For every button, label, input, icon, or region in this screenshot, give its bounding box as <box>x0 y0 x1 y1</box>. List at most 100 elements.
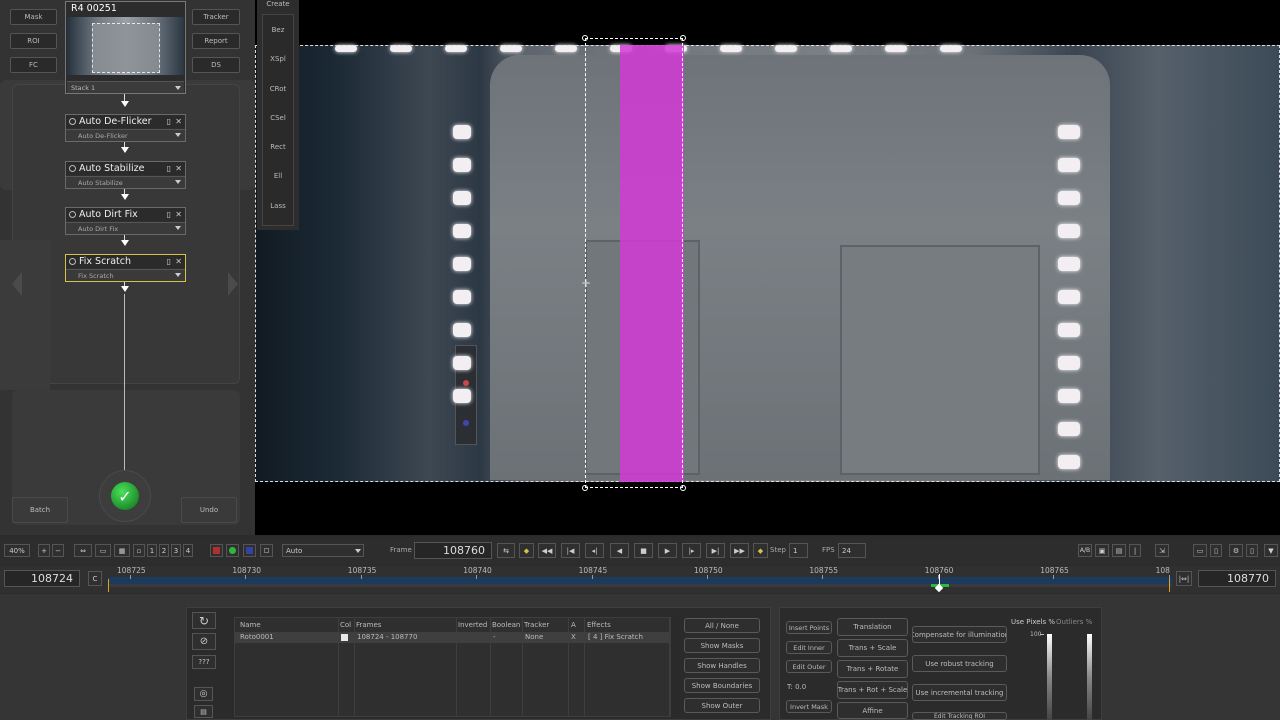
refresh-icon[interactable]: ↻ <box>192 612 216 629</box>
roi-handle[interactable] <box>582 35 588 41</box>
col-inverted[interactable]: Inverted <box>458 621 487 629</box>
compensate-illumination-button[interactable]: Compensate for illumination <box>912 626 1007 643</box>
next-frame-icon[interactable]: |▸ <box>682 543 701 558</box>
roi-button[interactable]: ROI <box>10 33 57 49</box>
show-masks-button[interactable]: Show Masks <box>684 638 760 653</box>
prev-arrow-icon[interactable] <box>12 272 22 296</box>
col-tracker[interactable]: Tracker <box>524 621 549 629</box>
node-auto-dirt-fix[interactable]: Auto Dirt Fix ▯ ✕ Auto Dirt Fix <box>65 207 186 235</box>
close-icon[interactable]: ✕ <box>175 210 182 219</box>
batch-button[interactable]: Batch <box>12 497 68 523</box>
next-arrow-icon[interactable] <box>228 272 238 296</box>
robust-tracking-button[interactable]: Use robust tracking <box>912 655 1007 672</box>
tool-rect[interactable]: Rect <box>257 143 299 151</box>
translation-button[interactable]: Translation <box>837 618 908 636</box>
edit-tracking-roi-button[interactable]: Edit Tracking ROI <box>912 712 1007 720</box>
pin-icon[interactable]: ▯ <box>1246 544 1258 557</box>
node-fix-scratch[interactable]: Fix Scratch ▯ ✕ Fix Scratch <box>65 254 186 282</box>
image-viewer[interactable]: + <box>255 0 1280 535</box>
red-channel-button[interactable] <box>210 544 223 557</box>
node-auto-stabilize[interactable]: Auto Stabilize ▯ ✕ Auto Stabilize <box>65 161 186 189</box>
play-icon[interactable]: ▶ <box>658 543 677 558</box>
fit-range-icon[interactable]: |⇔| <box>1176 571 1192 586</box>
roi-handle[interactable] <box>680 485 686 491</box>
fit-icon[interactable]: ⇔ <box>74 544 92 557</box>
render-check-icon[interactable]: ✓ <box>111 482 139 510</box>
loop-icon[interactable]: ⇆ <box>497 543 515 558</box>
report-button[interactable]: Report <box>192 33 240 49</box>
out-marker[interactable] <box>1169 579 1170 592</box>
target-icon[interactable]: ◎ <box>194 687 213 701</box>
outliers-slider[interactable] <box>1087 634 1092 720</box>
doc-icon[interactable]: ▯ <box>167 164 171 173</box>
zoom-in-icon[interactable]: + <box>38 544 50 557</box>
chevron-down-icon[interactable] <box>175 180 181 184</box>
trans-rotate-button[interactable]: Trans + Rotate <box>837 660 908 678</box>
stop-icon[interactable]: ■ <box>634 543 653 558</box>
chevron-down-icon[interactable] <box>175 226 181 230</box>
node-sub[interactable]: Fix Scratch <box>66 269 185 281</box>
view-4[interactable]: 4 <box>183 544 193 557</box>
tool-csel[interactable]: CSel <box>257 114 299 122</box>
unknown-button[interactable]: ??? <box>192 655 216 669</box>
mode-select[interactable]: Auto <box>282 544 364 557</box>
alpha-channel-button[interactable] <box>260 544 273 557</box>
lock-icon[interactable]: ▫ <box>133 544 145 557</box>
view-2[interactable]: 2 <box>159 544 169 557</box>
stack-select[interactable]: Stack 1 <box>67 81 184 93</box>
close-icon[interactable]: ✕ <box>175 164 182 173</box>
table-scrollbar[interactable] <box>670 617 679 717</box>
node-sub[interactable]: Auto Stabilize <box>66 176 185 188</box>
wipe-icon[interactable]: ▤ <box>1112 544 1126 557</box>
c-button[interactable]: C <box>88 571 102 586</box>
tool-crot[interactable]: CRot <box>257 85 299 93</box>
split-view-icon[interactable]: ▣ <box>1095 544 1109 557</box>
chevron-down-icon[interactable] <box>355 549 361 553</box>
incremental-tracking-button[interactable]: Use incremental tracking <box>912 684 1007 701</box>
show-boundaries-button[interactable]: Show Boundaries <box>684 678 760 693</box>
end-frame-field[interactable]: 108770 <box>1198 570 1276 587</box>
col-boolean[interactable]: Boolean <box>492 621 520 629</box>
trans-scale-button[interactable]: Trans + Scale <box>837 639 908 657</box>
view-3[interactable]: 3 <box>171 544 181 557</box>
invert-mask-button[interactable]: Invert Mask <box>786 700 832 713</box>
tool-lasso[interactable]: Lass <box>257 202 299 210</box>
node-sub[interactable]: Auto De-Flicker <box>66 129 185 141</box>
rewind-icon[interactable]: ◀◀ <box>538 543 556 558</box>
col-col[interactable]: Col <box>340 621 351 629</box>
use-pixels-slider[interactable] <box>1047 634 1052 720</box>
chevron-down-icon[interactable] <box>175 133 181 137</box>
fc-button[interactable]: FC <box>10 57 57 73</box>
col-effects[interactable]: Effects <box>587 621 611 629</box>
node-sub[interactable]: Auto Dirt Fix <box>66 222 185 234</box>
bypass-icon[interactable] <box>69 118 76 125</box>
blue-channel-button[interactable] <box>243 544 256 557</box>
tool-ellipse[interactable]: Ell <box>257 172 299 180</box>
fps-field[interactable]: 24 <box>838 543 866 558</box>
settings-icon[interactable]: ⚙ <box>1229 544 1243 557</box>
close-icon[interactable]: ✕ <box>175 257 182 266</box>
close-icon[interactable]: ✕ <box>175 117 182 126</box>
step-field[interactable]: 1 <box>789 543 808 558</box>
mask-button[interactable]: Mask <box>10 9 57 25</box>
collapse-icon[interactable]: ▼ <box>1264 544 1278 557</box>
col-a[interactable]: A <box>571 621 576 629</box>
export-icon[interactable]: ⇲ <box>1155 544 1169 557</box>
restore-icon[interactable]: ▯ <box>1210 544 1222 557</box>
zoom-out-icon[interactable]: − <box>52 544 64 557</box>
show-handles-button[interactable]: Show Handles <box>684 658 760 673</box>
clear-icon[interactable]: ⊘ <box>192 633 216 650</box>
bypass-icon[interactable] <box>69 211 76 218</box>
undo-button[interactable]: Undo <box>181 497 237 523</box>
frame-field[interactable]: 108760 <box>414 542 492 559</box>
fast-forward-icon[interactable]: ▶▶ <box>730 543 749 558</box>
start-frame-field[interactable]: 108724 <box>4 570 80 587</box>
key-prev-icon[interactable]: ◆ <box>519 543 534 558</box>
ab-compare-button[interactable]: A/B <box>1078 544 1092 557</box>
col-frames[interactable]: Frames <box>356 621 381 629</box>
tool-xspline[interactable]: XSpl <box>257 55 299 63</box>
grid-icon[interactable]: ▦ <box>114 544 130 557</box>
minimize-icon[interactable]: ▭ <box>1193 544 1207 557</box>
green-channel-button[interactable] <box>226 544 239 557</box>
roi-handle[interactable] <box>680 35 686 41</box>
